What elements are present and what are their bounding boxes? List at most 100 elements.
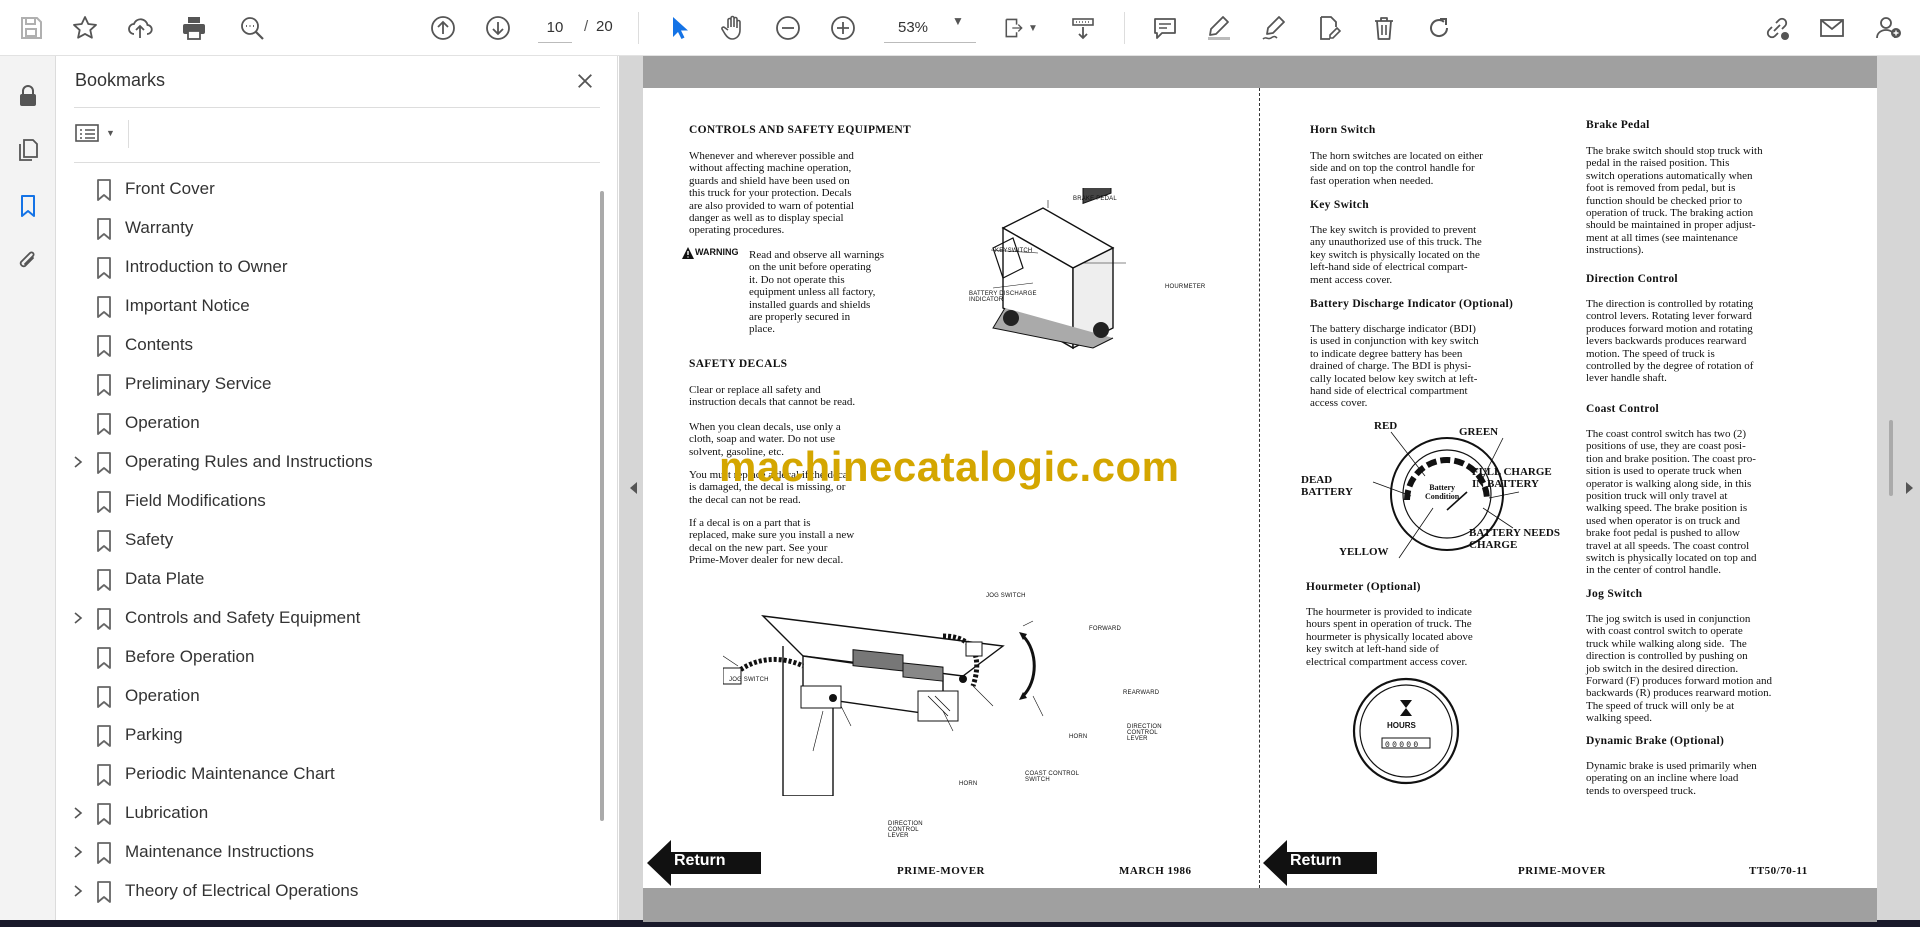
- collapse-right-arrow-icon[interactable]: [1904, 480, 1916, 496]
- bookmarks-panel-icon[interactable]: [8, 186, 48, 226]
- comment-icon[interactable]: [1145, 8, 1185, 48]
- zoom-out-icon[interactable]: [768, 8, 808, 48]
- expand-chevron-icon[interactable]: [70, 883, 86, 899]
- text-dynamic-brake: Dynamic brake is used primarily when ope…: [1586, 760, 1757, 797]
- bookmark-item[interactable]: Theory of Electrical Operations: [56, 872, 596, 911]
- pdf-page-spread: CONTROLS AND SAFETY EQUIPMENT Whenever a…: [643, 56, 1877, 922]
- label-horn-right: HORN: [1069, 734, 1088, 740]
- bookmark-icon: [97, 335, 111, 357]
- heading-bdi: Battery Discharge Indicator (Optional): [1310, 298, 1514, 310]
- zoom-dropdown-icon[interactable]: ▼: [952, 14, 964, 28]
- page-number-input[interactable]: [538, 13, 572, 43]
- paragraph-intro: Whenever and wherever possible and witho…: [689, 150, 854, 237]
- return-button-right[interactable]: Return: [1263, 840, 1377, 886]
- bookmark-item[interactable]: Introduction to Owner: [56, 248, 596, 287]
- list-options-icon: [75, 124, 99, 142]
- bookmark-label: Safety: [125, 530, 174, 549]
- document-scroll-thumb[interactable]: [1889, 420, 1893, 496]
- lock-security-icon[interactable]: [8, 76, 48, 116]
- heading-jog-switch: Jog Switch: [1586, 588, 1643, 600]
- bookmark-item[interactable]: Data Plate: [56, 560, 596, 599]
- bookmark-item[interactable]: Operation: [56, 677, 596, 716]
- warning-label: WARNING: [695, 247, 739, 257]
- attachments-icon[interactable]: [8, 241, 48, 281]
- bookmark-item[interactable]: Lubrication: [56, 794, 596, 833]
- bookmark-item[interactable]: Before Operation: [56, 638, 596, 677]
- label-rearward: REARWARD: [1123, 690, 1160, 696]
- warning-text: Read and observe all warnings on the uni…: [749, 249, 885, 336]
- bookmark-item[interactable]: Warranty: [56, 209, 596, 248]
- return-button-left[interactable]: Return: [647, 840, 761, 886]
- page-total: 20: [596, 18, 613, 35]
- footer-left-brand: PRIME-MOVER: [897, 865, 985, 877]
- expand-chevron-icon[interactable]: [70, 610, 86, 626]
- redo-rotate-icon[interactable]: [1419, 8, 1459, 48]
- bookmark-item[interactable]: Front Cover: [56, 170, 596, 209]
- warning-badge: WARNING: [681, 246, 743, 260]
- bookmark-item[interactable]: Operating Rules and Instructions: [56, 443, 596, 482]
- label-jog-switch-top: JOG SWITCH: [986, 593, 1026, 599]
- control-handle-illustration: [723, 615, 1044, 796]
- scroll-mode-icon[interactable]: [1063, 8, 1103, 48]
- gauge-label-green: GREEN: [1459, 426, 1499, 438]
- expand-chevron-icon[interactable]: [70, 454, 86, 470]
- select-cursor-icon[interactable]: [659, 8, 699, 48]
- bookmark-item[interactable]: Safety: [56, 521, 596, 560]
- bookmark-icon: [97, 491, 111, 513]
- footer-left-date: MARCH 1986: [1119, 865, 1192, 877]
- bookmark-item[interactable]: Important Notice: [56, 287, 596, 326]
- zoom-in-icon[interactable]: [823, 8, 863, 48]
- star-icon[interactable]: [65, 8, 105, 48]
- bookmark-options-button[interactable]: ▼: [74, 118, 122, 148]
- highlight-pen-icon[interactable]: [1199, 8, 1239, 48]
- print-icon[interactable]: [174, 8, 214, 48]
- bookmark-label: Controls and Safety Equipment: [125, 608, 361, 627]
- bookmark-icon: [97, 881, 111, 903]
- collapse-left-arrow-icon[interactable]: [627, 480, 639, 496]
- add-user-icon[interactable]: [1868, 8, 1908, 48]
- bookmark-label: Lubrication: [125, 803, 209, 822]
- bookmark-item[interactable]: Preliminary Service: [56, 365, 596, 404]
- link-share-icon[interactable]: [1757, 8, 1797, 48]
- bookmark-icon: [97, 296, 111, 318]
- text-brake-pedal: The brake switch should stop truck with …: [1586, 145, 1763, 257]
- zoom-search-icon[interactable]: [232, 8, 272, 48]
- bookmark-item[interactable]: Maintenance Instructions: [56, 833, 596, 872]
- expand-chevron-icon[interactable]: [70, 844, 86, 860]
- bookmark-item[interactable]: Operation: [56, 404, 596, 443]
- hand-tool-icon[interactable]: [713, 8, 753, 48]
- email-icon[interactable]: [1812, 8, 1852, 48]
- panel-scroll-thumb[interactable]: [600, 191, 604, 821]
- bookmark-label: Operating Rules and Instructions: [125, 452, 373, 471]
- bookmark-label: Important Notice: [125, 296, 250, 315]
- gauge-label-yellow: YELLOW: [1339, 546, 1389, 558]
- page-thumbnails-icon[interactable]: [8, 130, 48, 170]
- previous-page-icon[interactable]: [423, 8, 463, 48]
- edit-document-icon[interactable]: [1309, 8, 1349, 48]
- bookmark-item[interactable]: Field Modifications: [56, 482, 596, 521]
- expand-chevron-icon[interactable]: [70, 805, 86, 821]
- bookmark-label: Parking: [125, 725, 183, 744]
- hourmeter-face-label: HOURS: [1387, 721, 1416, 730]
- footer-right-code: TT50/70-11: [1749, 865, 1808, 877]
- heading-direction-control: Direction Control: [1586, 273, 1678, 285]
- next-page-icon[interactable]: [478, 8, 518, 48]
- bookmark-item[interactable]: Periodic Maintenance Chart: [56, 755, 596, 794]
- bookmark-item[interactable]: Contents: [56, 326, 596, 365]
- text-bdi: The battery discharge indicator (BDI) is…: [1310, 323, 1479, 410]
- delete-trash-icon[interactable]: [1364, 8, 1404, 48]
- bookmark-label: Theory of Electrical Operations: [125, 881, 359, 900]
- warning-triangle-icon: [682, 247, 694, 259]
- page-fit-icon[interactable]: ▼: [996, 8, 1044, 48]
- bookmark-icon: [97, 374, 111, 396]
- bookmark-item[interactable]: Controls and Safety Equipment: [56, 599, 596, 638]
- bookmark-item[interactable]: Parking: [56, 716, 596, 755]
- main-toolbar: / 20 ▼ ▼: [0, 0, 1920, 56]
- save-icon[interactable]: [11, 8, 51, 48]
- close-panel-icon[interactable]: [570, 66, 600, 96]
- share-upload-icon[interactable]: [120, 8, 160, 48]
- bookmark-icon: [97, 452, 111, 474]
- label-brake-pedal: BRAKE PEDAL: [1073, 196, 1117, 202]
- draw-sign-icon[interactable]: [1254, 8, 1294, 48]
- bookmark-label: Introduction to Owner: [125, 257, 288, 276]
